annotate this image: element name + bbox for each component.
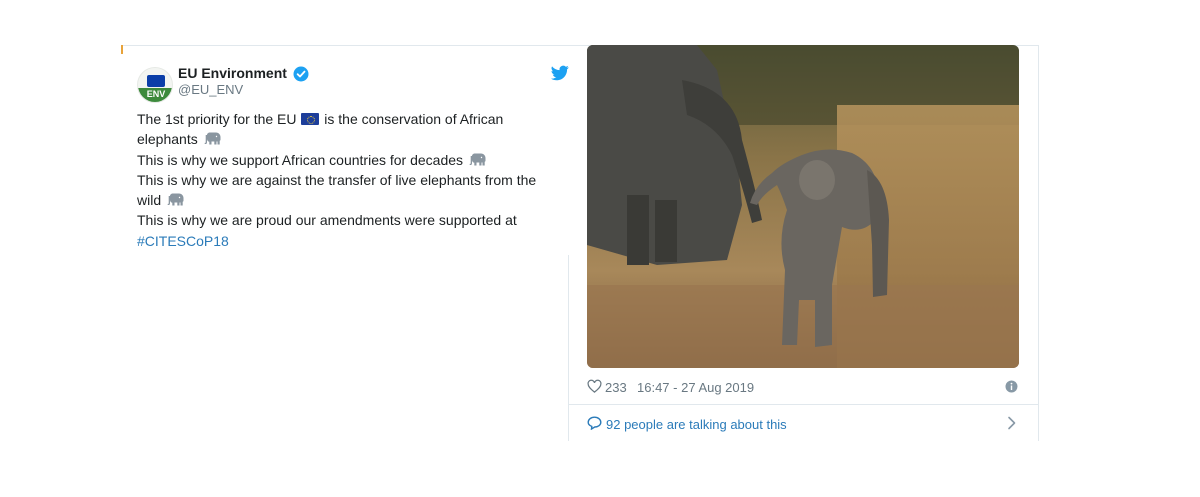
avatar[interactable]: ENV [137, 67, 173, 103]
conversation-link[interactable]: 92 people are talking about this [587, 415, 1019, 433]
tweet-photo[interactable] [587, 45, 1019, 368]
tweet-line-6: This is why we are proud our amendments … [137, 212, 517, 229]
horizontal-divider [569, 404, 1038, 405]
avatar-label: ENV [138, 88, 172, 102]
tweet-line-2: elephants [137, 129, 557, 149]
embedded-tweet-card: ENV EU Environment @EU_ENV The 1st prior… [121, 45, 1039, 441]
twitter-bird-icon[interactable] [551, 65, 569, 81]
talking-count-text[interactable]: 92 people are talking about this [606, 417, 787, 432]
verified-badge-icon [293, 66, 309, 82]
eu-stars-emblem [147, 75, 165, 87]
tweet-line-4: This is why we are against the transfer … [137, 171, 537, 188]
like-count[interactable]: 233 [605, 380, 627, 395]
tweet-meta-row: 233 16:47 - 27 Aug 2019 [587, 379, 1019, 395]
tweet-line-5: wild [137, 190, 557, 210]
card-accent-mark [121, 45, 123, 54]
card-divider-vertical [568, 255, 569, 441]
info-icon[interactable] [1005, 380, 1018, 393]
card-right-border [1038, 45, 1039, 441]
elephant-icon [469, 153, 486, 166]
author-handle[interactable]: @EU_ENV [178, 82, 243, 97]
tweet-text: The 1st priority for the EU is the conse… [137, 109, 557, 251]
speech-bubble-icon [587, 416, 602, 430]
author-name[interactable]: EU Environment [178, 65, 287, 81]
tweet-line-1: The 1st priority for the EU is the conse… [137, 111, 504, 127]
elephant-icon [204, 132, 221, 145]
heart-icon[interactable] [587, 379, 602, 394]
eu-flag-icon [301, 113, 320, 125]
timestamp[interactable]: 16:47 - 27 Aug 2019 [637, 380, 754, 395]
hashtag-link[interactable]: #CITESCoP18 [137, 231, 557, 251]
tweet-line-3: This is why we support African countries… [137, 150, 557, 170]
chevron-right-icon[interactable] [1007, 416, 1017, 430]
elephant-icon [167, 193, 184, 206]
